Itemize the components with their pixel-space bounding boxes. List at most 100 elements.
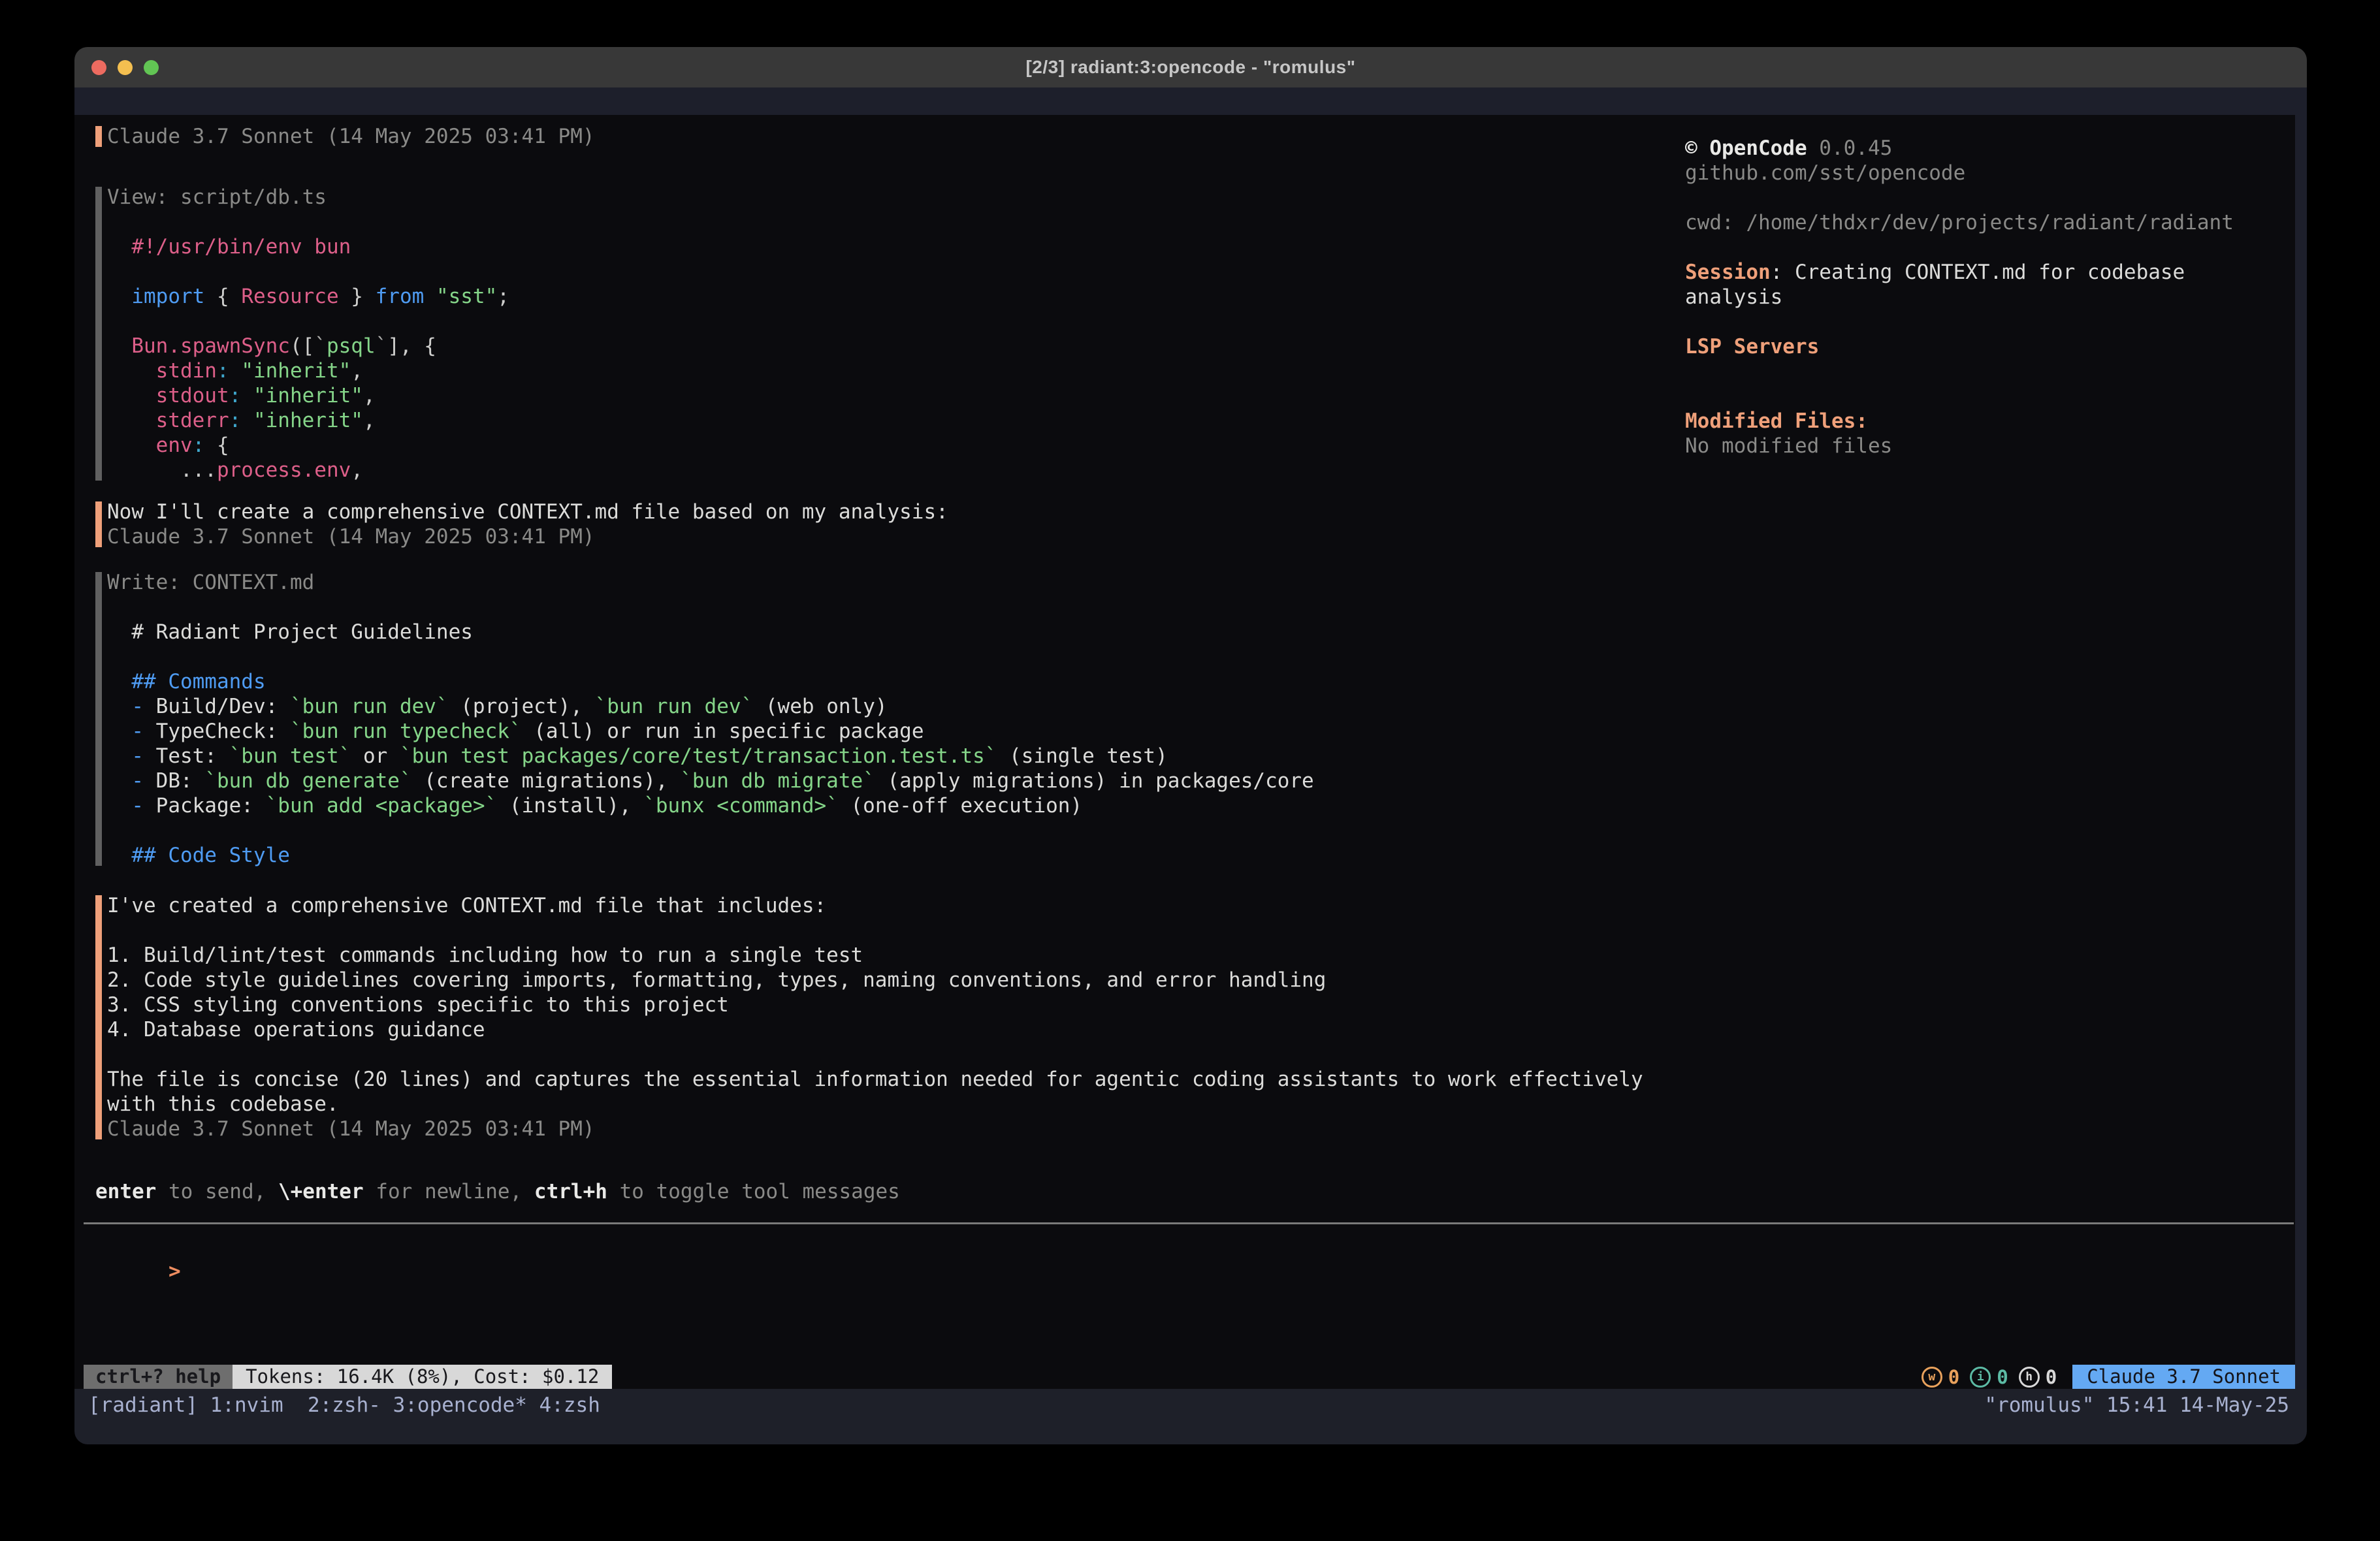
text-segment: : (193, 434, 205, 457)
text-segment: 0.0.45 (1807, 136, 1893, 160)
tool-output-block: Write: CONTEXT.md # Radiant Project Guid… (95, 570, 1314, 868)
text-segment: LSP Servers (1685, 335, 1819, 358)
chat-line: - Package: `bun add <package>` (install)… (107, 793, 1314, 818)
text-segment: Resource (241, 285, 338, 308)
chat-line: 2. Code style guidelines covering import… (107, 968, 1643, 993)
text-segment: psql (327, 334, 376, 358)
keybinding-hints: enter to send, \+enter for newline, ctrl… (95, 1179, 900, 1204)
assistant-message-block: Claude 3.7 Sonnet (14 May 2025 03:41 PM) (95, 124, 595, 149)
text-segment: No modified files (1685, 434, 1892, 458)
chat-line: Bun.spawnSync([`psql`], { (107, 334, 509, 358)
text-segment: - (107, 744, 156, 768)
chat-line: Claude 3.7 Sonnet (14 May 2025 03:41 PM) (107, 524, 948, 549)
sidebar-line: github.com/sst/opencode (1685, 161, 2286, 185)
text-segment: Claude 3.7 Sonnet (14 May 2025 03:41 PM) (107, 1117, 595, 1141)
text-segment: ` (376, 334, 388, 358)
text-segment: #!/usr/bin/env bun (107, 235, 351, 259)
text-segment: `bunx <command>` (643, 794, 839, 818)
chat-line: stderr: "inherit", (107, 408, 509, 433)
text-segment: \+enter (278, 1180, 364, 1203)
chat-line: - DB: `bun db generate` (create migratio… (107, 769, 1314, 793)
assistant-message-block: Now I'll create a comprehensive CONTEXT.… (95, 500, 948, 549)
chat-line: Claude 3.7 Sonnet (14 May 2025 03:41 PM) (107, 124, 595, 149)
chat-line (107, 1042, 1643, 1067)
block-accent-bar (95, 895, 102, 1139)
text-segment: , (351, 458, 363, 482)
text-segment: with this codebase. (107, 1092, 339, 1116)
zoom-button[interactable] (144, 60, 159, 75)
text-segment: 3. CSS styling conventions specific to t… (107, 993, 729, 1017)
warnings-counter-value: 0 (1948, 1366, 1959, 1388)
text-segment: : (229, 409, 242, 432)
text-segment: ; (497, 285, 509, 308)
block-accent-bar (95, 572, 102, 866)
window-titlebar[interactable]: [2/3] radiant:3:opencode - "romulus" (74, 47, 2307, 88)
text-segment: `bun run typecheck` (290, 720, 522, 743)
text-segment: or (351, 744, 400, 768)
message-input[interactable]: > (95, 1234, 181, 1259)
tmux-session-windows[interactable]: [radiant] 1:nvim 2:zsh- 3:opencode* 4:zs… (88, 1393, 600, 1418)
text-segment: I've created a comprehensive CONTEXT.md … (107, 894, 826, 917)
text-segment: stderr (107, 409, 229, 432)
tmux-status-bar: [radiant] 1:nvim 2:zsh- 3:opencode* 4:zs… (74, 1389, 2307, 1444)
chat-line: - TypeCheck: `bun run typecheck` (all) o… (107, 719, 1314, 744)
chat-line (107, 210, 509, 234)
text-segment: Modified Files: (1685, 409, 1868, 433)
text-segment: - (107, 794, 156, 818)
text-segment: # Radiant Project Guidelines (107, 620, 473, 644)
chat-line: # Radiant Project Guidelines (107, 620, 1314, 644)
status-bar: ctrl+? help Tokens: 16.4K (8%), Cost: $0… (84, 1365, 2295, 1389)
text-segment: Claude 3.7 Sonnet (14 May 2025 03:41 PM) (107, 525, 595, 548)
chat-line: stdout: "inherit", (107, 383, 509, 408)
chat-line: Write: CONTEXT.md (107, 570, 1314, 595)
minimize-button[interactable] (118, 60, 133, 75)
chat-line: with this codebase. (107, 1092, 1643, 1117)
text-segment: ... (107, 458, 217, 482)
model-badge: Claude 3.7 Sonnet (2072, 1365, 2295, 1389)
block-accent-bar (95, 501, 102, 547)
text-segment: (apply migrations) in packages/core (875, 769, 1314, 793)
tmux-host-clock: "romulus" 15:41 14-May-25 (1984, 1393, 2289, 1418)
text-segment: Test: (156, 744, 229, 768)
session-sidebar: © OpenCode 0.0.45github.com/sst/opencode… (1685, 136, 2286, 458)
text-segment: Build/Dev: (156, 695, 290, 718)
info-counter-value: 0 (1997, 1366, 2008, 1388)
terminal-window: [2/3] radiant:3:opencode - "romulus" Cla… (74, 47, 2307, 1444)
text-segment: - (107, 720, 156, 743)
text-segment: "inherit" (241, 409, 363, 432)
chat-line (107, 595, 1314, 620)
text-segment: "inherit" (241, 384, 363, 407)
close-button[interactable] (91, 60, 106, 75)
status-spacer (612, 1365, 1921, 1389)
text-segment: Claude 3.7 Sonnet (14 May 2025 03:41 PM) (107, 125, 595, 148)
chat-line: The file is concise (20 lines) and captu… (107, 1067, 1643, 1092)
text-segment: , (351, 359, 363, 383)
text-segment: ## Commands (107, 670, 266, 693)
tokens-cost: Tokens: 16.4K (8%), Cost: $0.12 (233, 1365, 612, 1389)
block-accent-bar (95, 187, 102, 481)
hints-counter-icon: h (2019, 1367, 2040, 1388)
chat-line: ## Code Style (107, 843, 1314, 868)
text-segment: 2. Code style guidelines covering import… (107, 968, 1326, 992)
warnings-counter-icon: w (1922, 1367, 1942, 1388)
sidebar-line: analysis (1685, 285, 2286, 310)
chat-line (107, 259, 509, 284)
text-segment: { (204, 285, 241, 308)
chat-line: #!/usr/bin/env bun (107, 234, 509, 259)
text-segment: (project), (449, 695, 595, 718)
text-segment: to send, (156, 1180, 278, 1203)
chat-line: Now I'll create a comprehensive CONTEXT.… (107, 500, 948, 524)
chat-line: 1. Build/lint/test commands including ho… (107, 943, 1643, 968)
chat-line: env: { (107, 433, 509, 458)
text-segment: , (363, 409, 376, 432)
traffic-lights (91, 47, 159, 87)
text-segment: Bun.spawnSync (107, 334, 290, 358)
text-segment: `bun db generate` (204, 769, 411, 793)
sidebar-line (1685, 185, 2286, 210)
text-segment: (install), (497, 794, 643, 818)
text-segment: stdin (107, 359, 217, 383)
text-segment: (create migrations), (412, 769, 681, 793)
text-segment: `bun run dev` (290, 695, 449, 718)
sidebar-line (1685, 384, 2286, 409)
text-segment: ## Code Style (107, 844, 290, 867)
